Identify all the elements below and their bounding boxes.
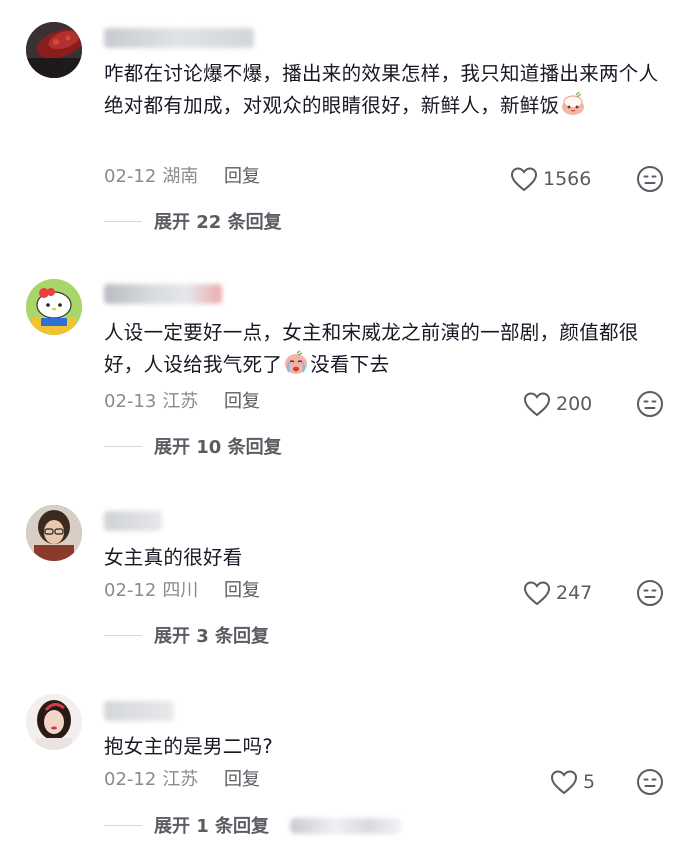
- comment-text-content: 女主真的很好看: [104, 546, 243, 569]
- avatar-image: [26, 505, 82, 561]
- heart-outline-icon: [523, 581, 551, 606]
- reply-button[interactable]: 回复: [224, 765, 260, 795]
- comment-location: 四川: [162, 580, 199, 601]
- expand-replies-label: 展开 1 条回复: [154, 816, 270, 837]
- username-blurred[interactable]: [104, 701, 174, 721]
- meh-face-icon: [637, 166, 663, 192]
- avatar-image: [26, 279, 82, 335]
- avatar-image: [26, 694, 82, 750]
- comment-date: 02-13: [104, 391, 157, 412]
- like-count: 247: [556, 582, 593, 604]
- rice-bowl-emoji: [560, 91, 586, 117]
- like-count: 5: [583, 771, 596, 793]
- username-blurred[interactable]: [104, 284, 222, 304]
- dislike-button[interactable]: [636, 165, 664, 193]
- heart-outline-icon: [510, 167, 538, 192]
- comment-location: 江苏: [162, 391, 199, 412]
- avatar[interactable]: [26, 694, 82, 750]
- expand-replies[interactable]: 展开 22 条回复: [104, 206, 282, 236]
- expand-replies-label: 展开 10 条回复: [154, 437, 282, 458]
- comment-text-content-tail: 没看下去: [310, 353, 390, 376]
- username-blurred[interactable]: [104, 28, 254, 48]
- avatar[interactable]: [26, 22, 82, 78]
- crying-face-emoji: [283, 350, 309, 376]
- username-blurred[interactable]: [104, 511, 162, 531]
- reply-button[interactable]: 回复: [224, 162, 260, 192]
- comment-text: 女主真的很好看: [104, 542, 670, 574]
- avatar[interactable]: [26, 505, 82, 561]
- comment-text: 咋都在讨论爆不爆，播出来的效果怎样，我只知道播出来两个人绝对都有加成，对观众的眼…: [104, 58, 670, 122]
- comment-date: 02-12: [104, 769, 157, 790]
- reply-button[interactable]: 回复: [224, 387, 260, 417]
- divider-line: [104, 824, 142, 826]
- reply-button[interactable]: 回复: [224, 576, 260, 606]
- expand-replies[interactable]: 展开 10 条回复: [104, 431, 282, 461]
- like-count: 200: [556, 393, 593, 415]
- meh-face-icon: [637, 769, 663, 795]
- dislike-button[interactable]: [636, 768, 664, 796]
- dislike-button[interactable]: [636, 390, 664, 418]
- comment-text: 人设一定要好一点，女主和宋威龙之前演的一部剧，颜值都很好，人设给我气死了 没看下…: [104, 317, 670, 381]
- comment-location: 湖南: [162, 166, 199, 187]
- expand-replies-label: 展开 3 条回复: [154, 626, 270, 647]
- blurred-overlay: [290, 818, 402, 834]
- avatar[interactable]: [26, 279, 82, 335]
- comment-date: 02-12: [104, 580, 157, 601]
- comment-meta: 02-12 湖南: [104, 162, 198, 192]
- divider-line: [104, 445, 142, 447]
- comment-meta: 02-13 江苏: [104, 387, 198, 417]
- expand-replies[interactable]: 展开 3 条回复: [104, 620, 269, 650]
- expand-replies[interactable]: 展开 1 条回复: [104, 810, 269, 840]
- comment-text-content: 抱女主的是男二吗?: [104, 735, 274, 758]
- heart-outline-icon: [550, 770, 578, 795]
- like-button[interactable]: 200: [523, 389, 592, 419]
- comment-text: 抱女主的是男二吗?: [104, 731, 670, 763]
- comment-meta: 02-12 江苏: [104, 765, 198, 795]
- dislike-button[interactable]: [636, 579, 664, 607]
- like-button[interactable]: 247: [523, 578, 592, 608]
- like-count: 1566: [543, 168, 592, 190]
- like-button[interactable]: 5: [550, 767, 595, 797]
- avatar-image: [26, 22, 82, 78]
- comment-meta: 02-12 四川: [104, 576, 198, 606]
- like-button[interactable]: 1566: [510, 164, 591, 194]
- comment-date: 02-12: [104, 166, 157, 187]
- divider-line: [104, 634, 142, 636]
- meh-face-icon: [637, 580, 663, 606]
- divider-line: [104, 220, 142, 222]
- expand-replies-label: 展开 22 条回复: [154, 212, 282, 233]
- heart-outline-icon: [523, 392, 551, 417]
- meh-face-icon: [637, 391, 663, 417]
- comment-location: 江苏: [162, 769, 199, 790]
